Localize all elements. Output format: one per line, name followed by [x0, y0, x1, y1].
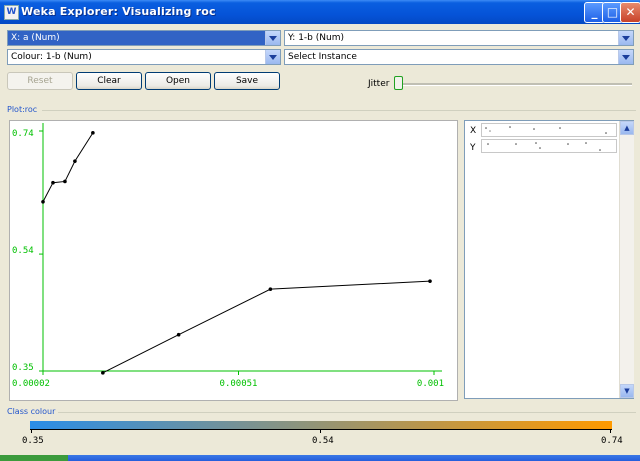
roc-data-point [91, 131, 95, 135]
x-attribute-strip[interactable] [481, 123, 617, 137]
colour-select[interactable]: Colour: 1-b (Num) [7, 49, 281, 65]
class-colour-tick [31, 429, 32, 433]
roc-plot[interactable]: 0.74 0.54 0.35 0.00002 0.00051 0.001 [10, 121, 457, 400]
select-instance-value: Select Instance [288, 52, 357, 62]
select-instance-select[interactable]: Select Instance [284, 49, 634, 65]
jitter-slider-track[interactable] [400, 83, 632, 86]
chevron-down-icon[interactable] [265, 31, 280, 45]
jitter-label: Jitter [368, 79, 390, 89]
windows-taskbar [0, 455, 640, 461]
jitter-slider-thumb[interactable] [394, 76, 403, 90]
y-strip-dots [487, 142, 601, 151]
class-colour-tick-label: 0.54 [312, 436, 334, 446]
start-button[interactable] [0, 455, 68, 461]
class-colour-tick-label: 0.35 [22, 436, 44, 446]
class-colour-tick-label: 0.74 [601, 436, 623, 446]
chevron-down-icon[interactable] [618, 31, 633, 45]
attribute-panel: X Y [464, 120, 634, 399]
chevron-down-icon[interactable] [618, 50, 633, 64]
class-colour-axis [30, 429, 612, 430]
weka-app-icon: W [4, 5, 19, 20]
attribute-panel-scrollbar[interactable]: ▲ ▼ [619, 121, 634, 398]
roc-line-1 [42, 132, 94, 203]
colour-value: Colour: 1-b (Num) [11, 52, 92, 62]
y-axis-select[interactable]: Y: 1-b (Num) [284, 30, 634, 46]
roc-data-point [73, 159, 77, 163]
roc-line-2 [102, 280, 431, 374]
roc-data-point [428, 279, 432, 283]
x-axis-select[interactable]: X: a (Num) [7, 30, 281, 46]
y-attribute-strip[interactable] [481, 139, 617, 153]
roc-data-point [63, 179, 67, 184]
clear-button[interactable]: Clear [76, 72, 142, 90]
save-button[interactable]: Save [214, 72, 280, 90]
roc-data-point [101, 371, 105, 375]
class-colour-divider [58, 412, 636, 413]
close-button[interactable]: ✕ [620, 2, 640, 23]
roc-data-point [51, 180, 55, 185]
x-tick-label: 0.001 [417, 379, 444, 389]
plot-group-divider [42, 110, 636, 111]
y-tick-label: 0.54 [12, 246, 34, 256]
y-axis-value: Y: 1-b (Num) [288, 33, 344, 43]
class-colour-tick [610, 429, 611, 433]
class-colour-bar [30, 421, 612, 429]
y-tick-label: 0.74 [12, 129, 34, 139]
y-attribute-label: Y [470, 143, 476, 153]
x-strip-dots [485, 126, 607, 134]
roc-data-point [268, 287, 273, 291]
chevron-down-icon[interactable] [265, 50, 280, 64]
scroll-up-button[interactable]: ▲ [620, 121, 634, 135]
reset-button[interactable]: Reset [7, 72, 73, 90]
plot-group-label: Plot:roc [7, 105, 38, 114]
y-tick-label: 0.35 [12, 363, 34, 373]
x-axis-value: X: a (Num) [11, 33, 60, 43]
title-bar: W Weka Explorer: Visualizing roc _ □ ✕ [0, 0, 640, 24]
plot-area[interactable]: 0.74 0.54 0.35 0.00002 0.00051 0.001 [9, 120, 458, 401]
window-title: Weka Explorer: Visualizing roc [21, 5, 216, 18]
x-tick-label: 0.00051 [220, 379, 258, 389]
open-button[interactable]: Open [145, 72, 211, 90]
x-attribute-label: X [470, 126, 477, 136]
class-colour-tick [320, 429, 321, 433]
roc-data-point [41, 199, 45, 204]
scroll-down-button[interactable]: ▼ [620, 384, 634, 398]
x-tick-label: 0.00002 [12, 379, 50, 389]
class-colour-label: Class colour [7, 407, 56, 416]
roc-data-point [176, 332, 181, 337]
